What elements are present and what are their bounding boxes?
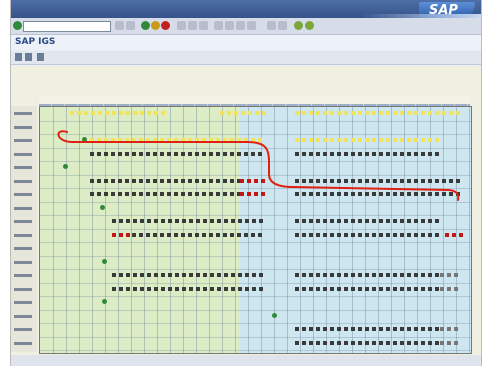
print-icon[interactable] bbox=[177, 21, 186, 30]
page-title: SAP IGS bbox=[15, 37, 56, 47]
find-next-icon[interactable] bbox=[199, 21, 208, 30]
prev-page-icon[interactable] bbox=[225, 21, 234, 30]
tool-icon[interactable] bbox=[126, 21, 135, 30]
annotation-path bbox=[57, 130, 460, 201]
first-page-icon[interactable] bbox=[214, 21, 223, 30]
last-page-icon[interactable] bbox=[247, 21, 256, 30]
enter-icon[interactable] bbox=[13, 21, 22, 30]
new-session-icon[interactable] bbox=[267, 21, 276, 30]
sap-window: SAP SAP IGS bbox=[10, 0, 482, 366]
prev-icon[interactable] bbox=[15, 53, 22, 61]
system-toolbar bbox=[11, 18, 481, 35]
next-page-icon[interactable] bbox=[236, 21, 245, 30]
exit-icon[interactable] bbox=[151, 21, 160, 30]
save-icon[interactable] bbox=[115, 21, 124, 30]
cancel-icon[interactable] bbox=[161, 21, 170, 30]
find-icon[interactable] bbox=[188, 21, 197, 30]
back-icon[interactable] bbox=[141, 21, 150, 30]
command-field[interactable] bbox=[23, 21, 111, 32]
title-bar: SAP IGS bbox=[11, 35, 481, 50]
application-toolbar bbox=[11, 51, 481, 65]
help-icon[interactable] bbox=[294, 21, 303, 30]
shortcut-icon[interactable] bbox=[278, 21, 287, 30]
annotation-arrow bbox=[57, 130, 460, 201]
layout-icon[interactable] bbox=[305, 21, 314, 30]
next-icon[interactable] bbox=[25, 53, 32, 61]
gantt-area bbox=[11, 66, 481, 366]
detail-icon[interactable] bbox=[37, 53, 44, 61]
status-bar bbox=[11, 355, 481, 366]
